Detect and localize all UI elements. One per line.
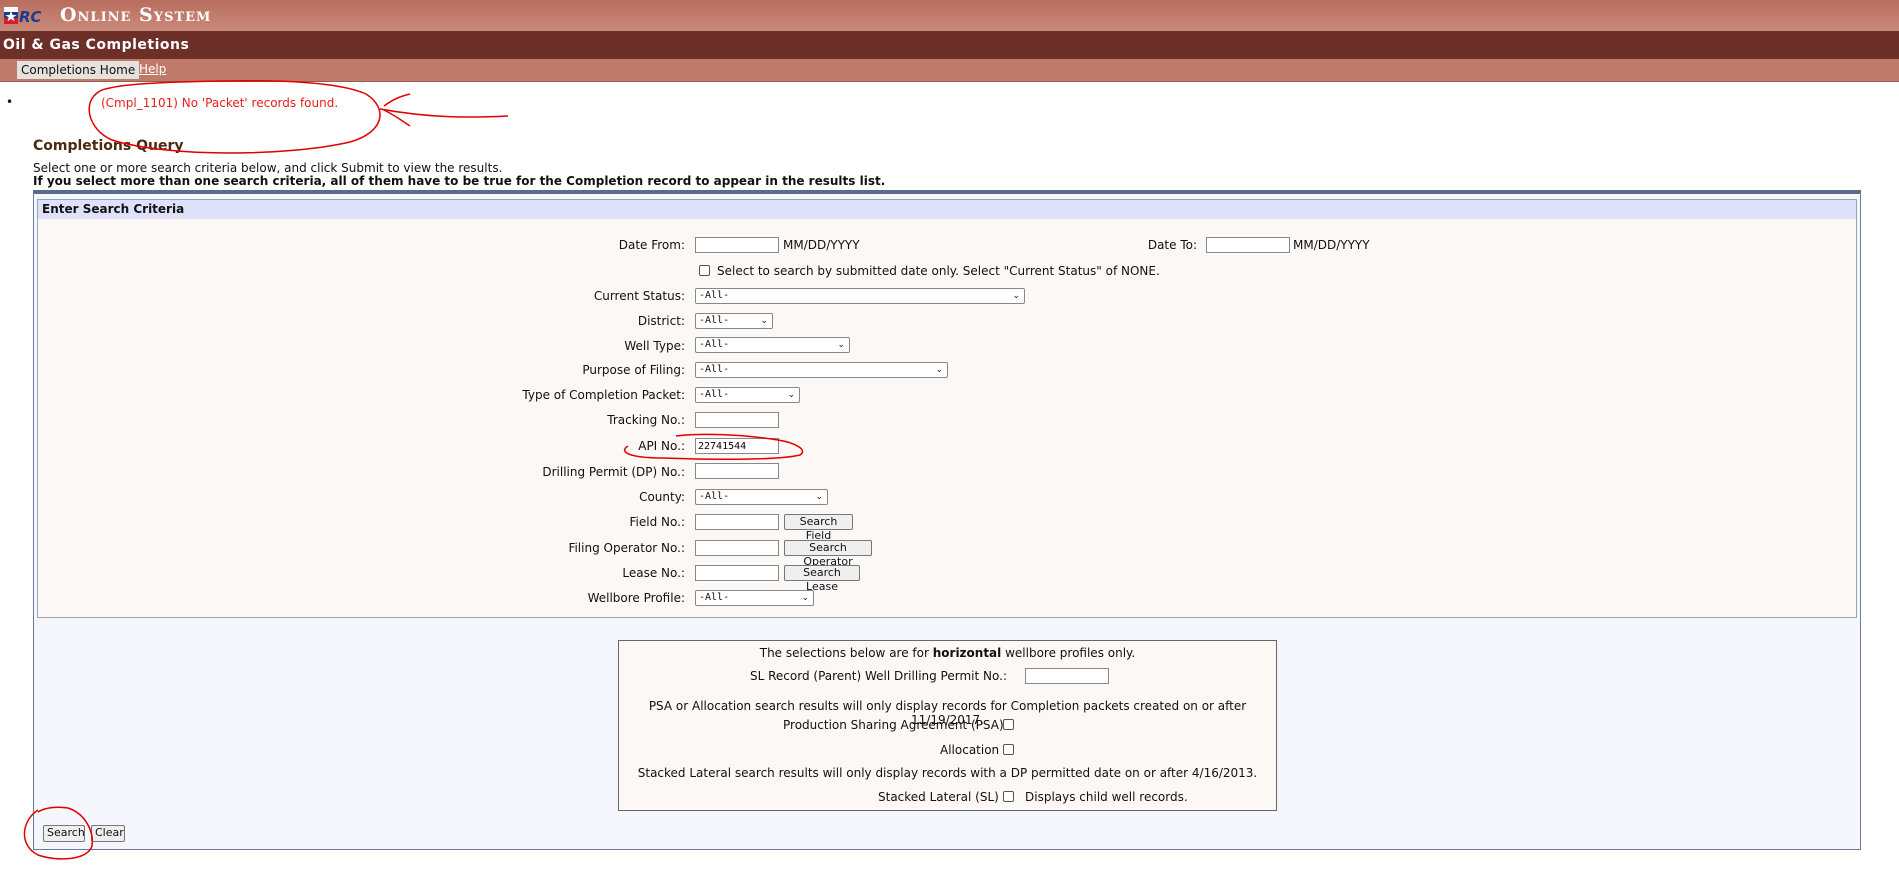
date-to-format: MM/DD/YYYY bbox=[1293, 238, 1370, 252]
well-type-label: Well Type: bbox=[624, 339, 685, 353]
lease-label: Lease No.: bbox=[622, 566, 685, 580]
sl-parent-input[interactable] bbox=[1025, 668, 1109, 684]
field-input[interactable] bbox=[695, 514, 779, 530]
chevron-down-icon: ⌄ bbox=[1012, 291, 1020, 301]
district-label: District: bbox=[637, 314, 685, 328]
chevron-down-icon: ⌄ bbox=[815, 492, 823, 502]
clear-button[interactable]: Clear bbox=[91, 825, 125, 842]
query-description: Select one or more search criteria below… bbox=[33, 161, 503, 175]
nav-help-link[interactable]: Help bbox=[139, 62, 166, 76]
stacked-lateral-checkbox[interactable] bbox=[1003, 791, 1014, 802]
error-message: (Cmpl_1101) No 'Packet' records found. bbox=[101, 96, 339, 110]
sl-parent-label: SL Record (Parent) Well Drilling Permit … bbox=[750, 669, 1007, 683]
operator-input[interactable] bbox=[695, 540, 779, 556]
divider bbox=[0, 81, 1899, 82]
system-title: Online System bbox=[60, 4, 212, 26]
current-status-label: Current Status: bbox=[593, 289, 685, 303]
search-button[interactable]: Search bbox=[43, 825, 85, 842]
packet-type-label: Type of Completion Packet: bbox=[522, 388, 685, 402]
allocation-label: Allocation bbox=[940, 743, 1000, 757]
psa-checkbox[interactable] bbox=[1003, 719, 1014, 730]
search-operator-button[interactable]: Search Operator bbox=[784, 540, 872, 568]
date-from-format: MM/DD/YYYY bbox=[783, 238, 860, 252]
api-label: API No.: bbox=[638, 439, 685, 453]
purpose-select[interactable]: -All- ⌄ bbox=[695, 362, 948, 378]
submitted-only-checkbox[interactable] bbox=[699, 265, 710, 276]
horizontal-intro: The selections below are for horizontal … bbox=[759, 646, 1136, 660]
district-select[interactable]: -All- ⌄ bbox=[695, 313, 773, 329]
search-lease-button[interactable]: Search Lease bbox=[784, 565, 860, 593]
chevron-down-icon: ⌄ bbox=[837, 340, 845, 350]
svg-text:RC: RC bbox=[19, 8, 42, 26]
stacked-note: Stacked Lateral search results will only… bbox=[637, 766, 1258, 780]
chevron-down-icon: ⌄ bbox=[787, 390, 795, 400]
dp-input[interactable] bbox=[695, 463, 779, 479]
chevron-down-icon: ⌄ bbox=[801, 593, 809, 603]
date-to-input[interactable] bbox=[1206, 237, 1290, 253]
top-banner: RC Online System bbox=[0, 0, 1899, 31]
tracking-label: Tracking No.: bbox=[607, 413, 685, 427]
well-type-select[interactable]: -All- ⌄ bbox=[695, 337, 850, 353]
county-select[interactable]: -All- ⌄ bbox=[695, 489, 828, 505]
date-to-label: Date To: bbox=[1147, 238, 1197, 252]
app-title: Oil & Gas Completions bbox=[3, 37, 190, 53]
chevron-down-icon: ⌄ bbox=[935, 365, 943, 375]
search-criteria-header: Enter Search Criteria bbox=[38, 200, 1856, 219]
field-label: Field No.: bbox=[629, 515, 685, 529]
allocation-checkbox[interactable] bbox=[1003, 744, 1014, 755]
purpose-label: Purpose of Filing: bbox=[582, 363, 685, 377]
search-field-button[interactable]: Search Field bbox=[784, 514, 853, 542]
api-input[interactable] bbox=[695, 438, 779, 454]
current-status-select[interactable]: -All- ⌄ bbox=[695, 288, 1025, 304]
nav-bar: Completions Home Help bbox=[0, 59, 1899, 81]
lease-input[interactable] bbox=[695, 565, 779, 581]
query-warning: If you select more than one search crite… bbox=[33, 174, 886, 188]
wellbore-label: Wellbore Profile: bbox=[587, 591, 685, 605]
wellbore-select[interactable]: -All- ⌄ bbox=[695, 590, 814, 606]
rrc-logo-icon: RC bbox=[4, 7, 42, 26]
stacked-lateral-label: Stacked Lateral (SL) bbox=[878, 790, 999, 804]
dp-label: Drilling Permit (DP) No.: bbox=[542, 465, 685, 479]
date-from-input[interactable] bbox=[695, 237, 779, 253]
date-from-label: Date From: bbox=[618, 238, 685, 252]
psa-label: Production Sharing Agreement (PSA) bbox=[783, 718, 1004, 732]
packet-type-select[interactable]: -All- ⌄ bbox=[695, 387, 800, 403]
submitted-only-label: Select to search by submitted date only.… bbox=[717, 264, 1160, 278]
chevron-down-icon: ⌄ bbox=[760, 316, 768, 326]
page-title: Completions Query bbox=[33, 138, 184, 154]
bullet-icon: • bbox=[6, 95, 14, 109]
operator-label: Filing Operator No.: bbox=[568, 541, 685, 555]
nav-completions-home[interactable]: Completions Home bbox=[17, 61, 140, 79]
app-title-bar: Oil & Gas Completions bbox=[0, 31, 1899, 59]
stacked-lateral-note: Displays child well records. bbox=[1025, 790, 1188, 804]
search-criteria-panel: Enter Search Criteria bbox=[37, 199, 1857, 618]
tracking-input[interactable] bbox=[695, 412, 779, 428]
county-label: County: bbox=[639, 490, 685, 504]
